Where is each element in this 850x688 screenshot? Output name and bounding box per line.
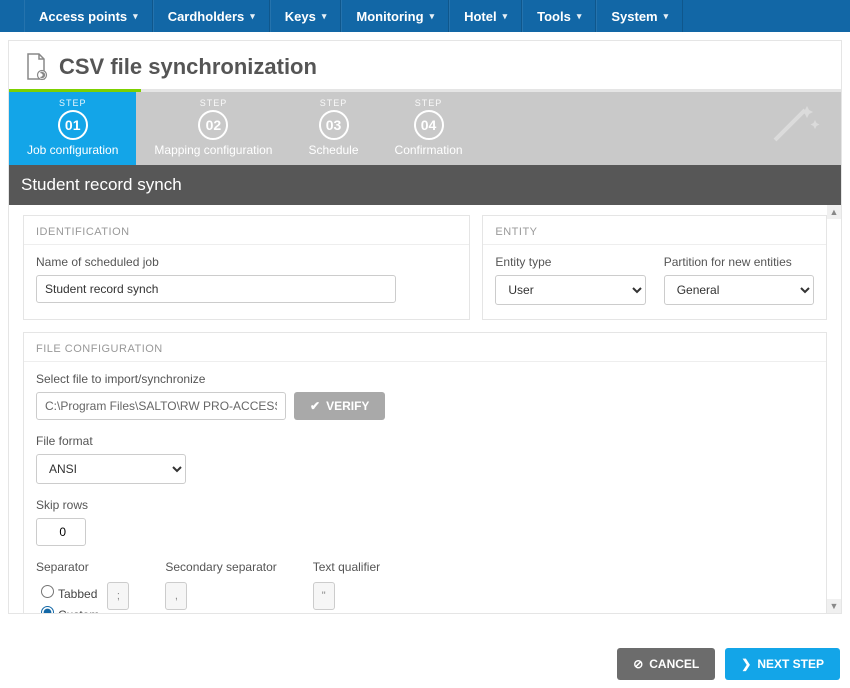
fieldset-header: FILE CONFIGURATION — [24, 333, 826, 362]
file-path-input[interactable] — [36, 392, 286, 420]
skip-rows-input[interactable] — [36, 518, 86, 546]
nav-label: Tools — [537, 9, 571, 24]
nav-label: Hotel — [464, 9, 497, 24]
text-qualifier-input[interactable]: " — [313, 582, 335, 610]
fieldset-header: IDENTIFICATION — [24, 216, 469, 245]
job-name-label: Name of scheduled job — [36, 255, 457, 269]
csv-file-icon — [23, 53, 49, 81]
wizard-steps: STEP 01 Job configuration STEP 02 Mappin… — [9, 89, 841, 165]
file-format-select[interactable]: ANSI — [36, 454, 186, 484]
cancel-icon: ⊘ — [633, 657, 643, 671]
text-qualifier-label: Text qualifier — [313, 560, 380, 574]
nav-access-points[interactable]: Access points ▾ — [24, 0, 153, 32]
wizard-step-2[interactable]: STEP 02 Mapping configuration — [136, 92, 290, 165]
chevron-down-icon: ▾ — [664, 11, 669, 22]
step-name: Schedule — [308, 143, 358, 157]
nav-label: Keys — [285, 9, 316, 24]
chevron-down-icon: ▾ — [503, 11, 508, 22]
skip-rows-label: Skip rows — [36, 498, 814, 512]
content-scroll[interactable]: IDENTIFICATION Name of scheduled job ENT… — [9, 205, 841, 613]
separator-custom-radio[interactable]: Custom — [36, 603, 99, 613]
select-file-label: Select file to import/synchronize — [36, 372, 814, 386]
step-label: STEP — [27, 98, 118, 108]
nav-label: System — [611, 9, 657, 24]
verify-button[interactable]: ✔ VERIFY — [294, 392, 385, 420]
nav-label: Access points — [39, 9, 127, 24]
check-icon: ✔ — [310, 399, 320, 413]
nav-monitoring[interactable]: Monitoring ▾ — [341, 0, 449, 32]
chevron-down-icon: ▾ — [133, 11, 138, 22]
nav-keys[interactable]: Keys ▾ — [270, 0, 342, 32]
scroll-down-arrow[interactable]: ▼ — [827, 599, 841, 613]
separator-label: Separator — [36, 560, 129, 574]
chevron-down-icon: ▾ — [430, 11, 435, 22]
step-label: STEP — [395, 98, 463, 108]
secondary-separator-input[interactable]: , — [165, 582, 187, 610]
next-label: NEXT STEP — [757, 657, 824, 671]
entity-fieldset: ENTITY Entity type User Partition for ne… — [482, 215, 827, 320]
page-title-bar: CSV file synchronization — [9, 41, 841, 89]
wizard-step-3[interactable]: STEP 03 Schedule — [290, 92, 376, 165]
fieldset-header: ENTITY — [483, 216, 826, 245]
subtitle-bar: Student record synch — [9, 165, 841, 205]
separator-custom-input[interactable]: ; — [107, 582, 129, 610]
job-name-input[interactable] — [36, 275, 396, 303]
chevron-right-icon: ❯ — [741, 657, 751, 671]
step-label: STEP — [308, 98, 358, 108]
nav-label: Monitoring — [356, 9, 423, 24]
nav-system[interactable]: System ▾ — [596, 0, 683, 32]
magic-wand-icon — [765, 100, 825, 150]
step-name: Mapping configuration — [154, 143, 272, 157]
partition-select[interactable]: General — [664, 275, 814, 305]
separator-tabbed-radio[interactable]: Tabbed — [36, 582, 99, 603]
footer-buttons: ⊘ CANCEL ❯ NEXT STEP — [617, 648, 840, 680]
wizard-step-1[interactable]: STEP 01 Job configuration — [9, 92, 136, 165]
step-number: 04 — [414, 110, 444, 140]
step-name: Confirmation — [395, 143, 463, 157]
nav-label: Cardholders — [168, 9, 245, 24]
step-label: STEP — [154, 98, 272, 108]
partition-label: Partition for new entities — [664, 255, 814, 269]
top-nav: Access points ▾ Cardholders ▾ Keys ▾ Monito… — [0, 0, 850, 32]
entity-type-label: Entity type — [495, 255, 645, 269]
file-format-label: File format — [36, 434, 814, 448]
step-number: 03 — [319, 110, 349, 140]
file-configuration-fieldset: FILE CONFIGURATION Select file to import… — [23, 332, 827, 613]
nav-hotel[interactable]: Hotel ▾ — [449, 0, 522, 32]
cancel-button[interactable]: ⊘ CANCEL — [617, 648, 715, 680]
identification-fieldset: IDENTIFICATION Name of scheduled job — [23, 215, 470, 320]
next-step-button[interactable]: ❯ NEXT STEP — [725, 648, 840, 680]
chevron-down-icon: ▾ — [322, 11, 327, 22]
chevron-down-icon: ▾ — [250, 11, 255, 22]
step-name: Job configuration — [27, 143, 118, 157]
scroll-up-arrow[interactable]: ▲ — [827, 205, 841, 219]
secondary-separator-label: Secondary separator — [165, 560, 276, 574]
nav-cardholders[interactable]: Cardholders ▾ — [153, 0, 270, 32]
verify-label: VERIFY — [326, 399, 369, 413]
step-number: 02 — [198, 110, 228, 140]
page-title: CSV file synchronization — [59, 54, 317, 80]
step-number: 01 — [58, 110, 88, 140]
wizard-step-4[interactable]: STEP 04 Confirmation — [377, 92, 481, 165]
cancel-label: CANCEL — [649, 657, 699, 671]
chevron-down-icon: ▾ — [577, 11, 582, 22]
main-panel: CSV file synchronization STEP 01 Job con… — [8, 40, 842, 614]
entity-type-select[interactable]: User — [495, 275, 645, 305]
nav-tools[interactable]: Tools ▾ — [522, 0, 596, 32]
